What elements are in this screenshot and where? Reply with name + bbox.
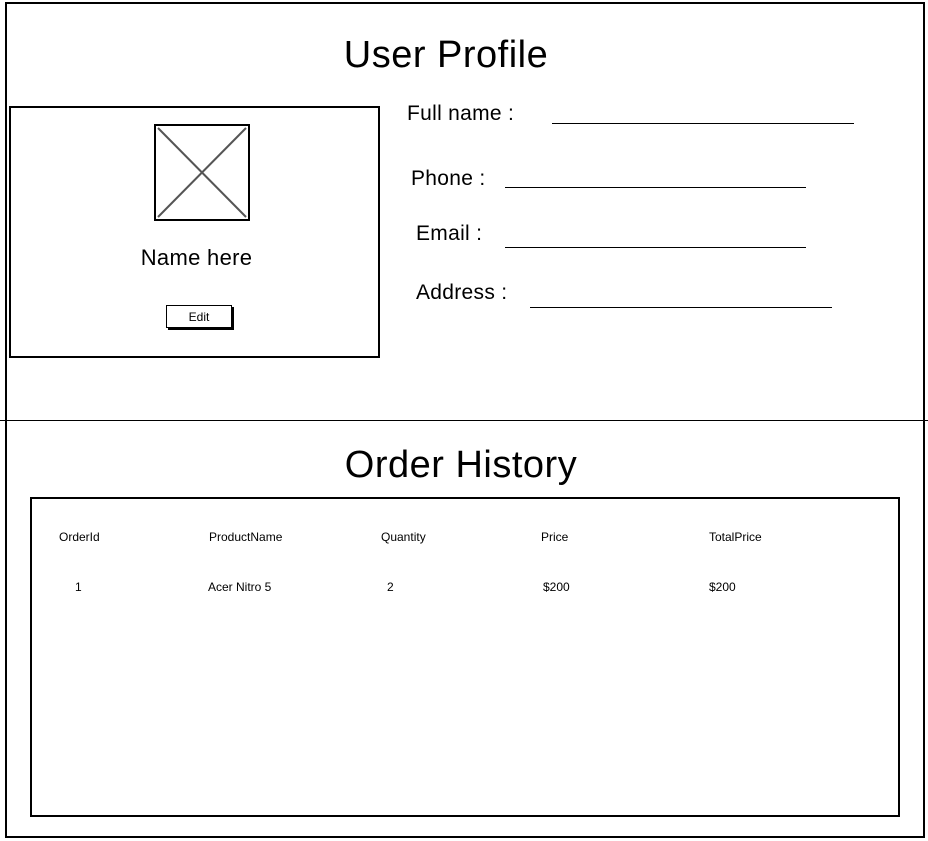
phone-label: Phone :: [411, 167, 486, 190]
page-title: User Profile: [343, 34, 549, 76]
table-cell-price: $200: [543, 580, 570, 594]
phone-field[interactable]: [505, 187, 806, 188]
table-cell-orderid: 1: [75, 580, 82, 594]
full-name-label: Full name :: [407, 102, 515, 125]
column-header-totalprice: TotalPrice: [709, 530, 762, 544]
table-cell-quantity: 2: [387, 580, 394, 594]
order-history-title: Order History: [344, 444, 578, 486]
column-header-productname: ProductName: [209, 530, 283, 544]
column-header-price: Price: [541, 530, 569, 544]
section-divider: [0, 420, 928, 421]
profile-name: Name here: [140, 245, 253, 270]
order-table: [30, 497, 900, 817]
edit-button[interactable]: Edit: [166, 305, 232, 328]
column-header-quantity: Quantity: [381, 530, 426, 544]
email-field[interactable]: [505, 247, 806, 248]
table-cell-totalprice: $200: [709, 580, 736, 594]
avatar-placeholder-icon: [154, 124, 250, 221]
email-label: Email :: [416, 222, 483, 245]
profile-card: Name here Edit: [9, 106, 380, 358]
address-label: Address :: [416, 281, 508, 304]
address-field[interactable]: [530, 307, 832, 308]
column-header-orderid: OrderId: [59, 530, 100, 544]
full-name-field[interactable]: [552, 123, 854, 124]
table-cell-productname: Acer Nitro 5: [208, 580, 272, 594]
